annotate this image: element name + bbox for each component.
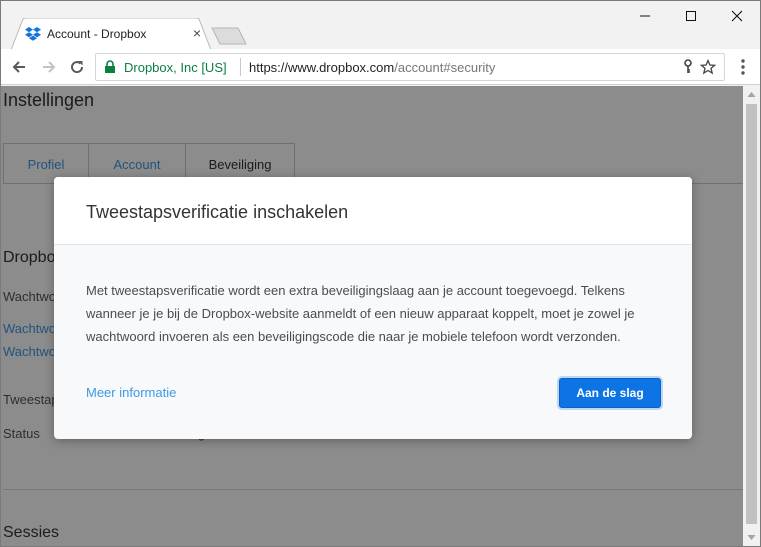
lock-icon <box>105 60 115 73</box>
address-bar[interactable]: Dropbox, Inc [US] https://www.dropbox.co… <box>95 53 725 81</box>
reload-button[interactable] <box>65 55 89 79</box>
address-separator <box>240 58 241 76</box>
url-host: https://www.dropbox.com <box>249 60 395 75</box>
modal-title: Tweestapsverificatie inschakelen <box>86 202 349 222</box>
get-started-button[interactable]: Aan de slag <box>559 378 661 408</box>
reload-icon <box>71 61 84 74</box>
modal-header: Tweestapsverificatie inschakelen <box>54 177 692 245</box>
browser-window: Account - Dropbox × Dropbox, Inc [US] ht… <box>0 0 761 547</box>
tab-title: Account - Dropbox <box>47 27 147 41</box>
browser-tab[interactable]: Account - Dropbox × <box>11 18 211 50</box>
tab-close-icon[interactable]: × <box>189 25 205 41</box>
minimize-button[interactable] <box>622 1 668 31</box>
back-arrow-icon <box>12 61 25 73</box>
vertical-scrollbar[interactable] <box>743 86 760 546</box>
key-icon[interactable] <box>680 59 696 75</box>
title-bar: Account - Dropbox × <box>1 1 760 50</box>
secure-site-label: Dropbox, Inc [US] <box>124 60 227 75</box>
forward-arrow-icon <box>43 61 56 73</box>
two-step-modal: Tweestapsverificatie inschakelen Met twe… <box>54 177 692 439</box>
minimize-icon <box>640 15 650 17</box>
page-content: Instellingen Profiel Account Beveiliging… <box>1 86 743 546</box>
back-button[interactable] <box>7 55 31 79</box>
close-window-button[interactable] <box>714 1 760 31</box>
forward-button[interactable] <box>37 55 61 79</box>
bookmark-star-icon[interactable] <box>700 59 716 75</box>
maximize-icon <box>686 11 696 21</box>
browser-menu-icon[interactable] <box>733 56 753 78</box>
more-info-link[interactable]: Meer informatie <box>86 385 176 400</box>
modal-body-text: Met tweestapsverificatie wordt een extra… <box>86 283 635 344</box>
new-tab-button[interactable] <box>211 27 247 45</box>
scrollbar-thumb[interactable] <box>746 104 757 524</box>
close-icon <box>731 10 743 22</box>
browser-toolbar: Dropbox, Inc [US] https://www.dropbox.co… <box>1 49 760 85</box>
maximize-button[interactable] <box>668 1 714 31</box>
dropbox-favicon-icon <box>25 27 41 41</box>
scroll-up-icon[interactable] <box>747 90 756 99</box>
scroll-down-icon[interactable] <box>747 533 756 542</box>
url-path: /account#security <box>394 60 496 75</box>
url-text[interactable]: https://www.dropbox.com/account#security <box>249 60 495 75</box>
